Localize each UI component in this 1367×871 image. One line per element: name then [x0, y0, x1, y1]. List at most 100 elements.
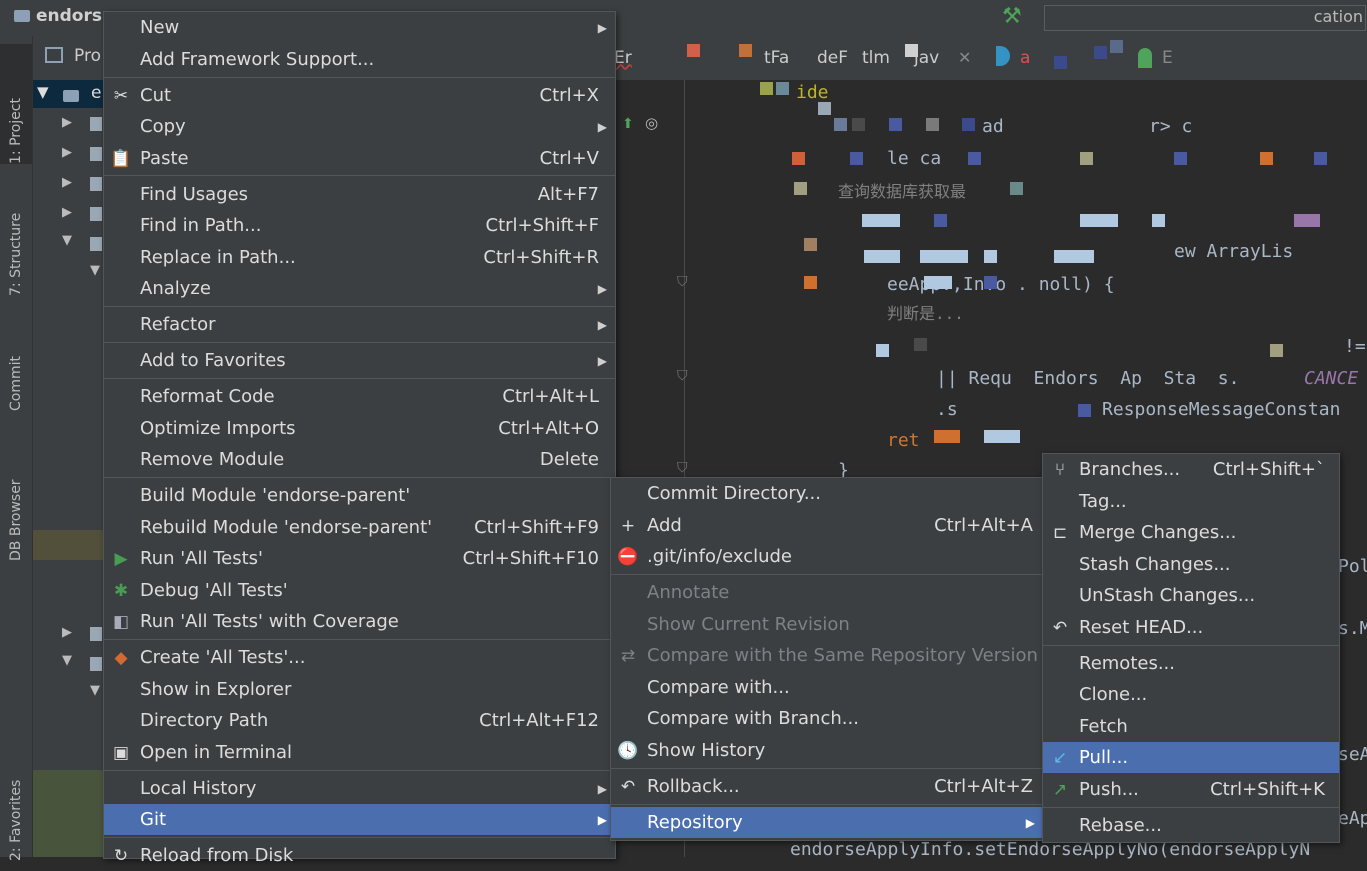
menu-item-fetch[interactable]: Fetch — [1043, 711, 1339, 742]
menu-item-create-all-tests[interactable]: ◆ Create 'All Tests'... — [104, 642, 615, 673]
close-tab-icon[interactable]: ✕ — [958, 48, 971, 67]
menu-separator — [104, 378, 615, 379]
menu-item-analyze[interactable]: Analyze ▶ — [104, 273, 615, 304]
submenu-arrow-icon: ▶ — [597, 281, 607, 296]
tree-selected-row[interactable]: ▼ e — [33, 80, 103, 108]
project-name[interactable]: endors — [14, 6, 102, 26]
collapse-arrow-icon[interactable]: ▼ — [62, 233, 72, 248]
menu-item-git[interactable]: Git ▶ — [104, 804, 615, 835]
repository-submenu: ⑂ Branches... Ctrl+Shift+` Tag... ⊏ Merg… — [1042, 453, 1340, 843]
blur-pixel — [1010, 182, 1023, 195]
blur-pixel — [776, 82, 789, 95]
menu-item-remotes[interactable]: Remotes... — [1043, 648, 1339, 679]
menu-item-build-module[interactable]: Build Module 'endorse-parent' — [104, 480, 615, 511]
menu-item-rollback[interactable]: ↶ Rollback... Ctrl+Alt+Z — [611, 771, 1043, 802]
expand-arrow-icon[interactable]: ▶ — [62, 175, 72, 190]
expand-arrow-icon[interactable]: ▶ — [62, 625, 72, 640]
pull-arrow-icon: ↙ — [1052, 747, 1068, 768]
editor-tab[interactable]: deF — [817, 48, 848, 68]
tool-tab-commit[interactable]: Commit — [0, 321, 32, 411]
menu-item-show-in-explorer[interactable]: Show in Explorer — [104, 674, 615, 705]
collapse-arrow-icon[interactable]: ▼ — [37, 83, 49, 101]
menu-item-add-to-favorites[interactable]: Add to Favorites ▶ — [104, 345, 615, 376]
blur-pixel — [1054, 250, 1094, 263]
menu-item-compare-with[interactable]: Compare with... — [611, 672, 1043, 703]
menu-item-reload-from-disk[interactable]: ↻ Reload from Disk — [104, 840, 615, 871]
blur-pixel — [1080, 214, 1118, 227]
menu-item-merge-changes[interactable]: ⊏ Merge Changes... — [1043, 517, 1339, 548]
editor-tab[interactable]: E — [1162, 48, 1173, 68]
menu-item-refactor[interactable]: Refactor ▶ — [104, 309, 615, 340]
fold-marker-icon[interactable]: ⛉ — [677, 368, 688, 384]
coverage-icon: ◧ — [112, 611, 130, 632]
build-hammer-icon[interactable]: ⚒ — [1002, 4, 1022, 29]
menu-item-reset-head[interactable]: ↶ Reset HEAD... — [1043, 612, 1339, 643]
menu-item-repository[interactable]: Repository ▶ — [611, 807, 1043, 838]
menu-item-compare-with-branch[interactable]: Compare with Branch... — [611, 703, 1043, 734]
menu-item-replace-in-path[interactable]: Replace in Path... Ctrl+Shift+R — [104, 242, 615, 273]
tool-tab-structure[interactable]: 7: Structure — [0, 176, 32, 296]
menu-item-annotate[interactable]: Annotate — [611, 577, 1043, 608]
menu-item-remove-module[interactable]: Remove Module Delete — [104, 444, 615, 475]
fold-marker-icon[interactable]: ⛉ — [677, 460, 688, 476]
menu-item-pull[interactable]: ↙ Pull... — [1043, 742, 1339, 773]
submenu-arrow-icon: ▶ — [597, 812, 607, 827]
menu-item-paste[interactable]: 📋 Paste Ctrl+V — [104, 143, 615, 174]
terminal-icon: ▣ — [112, 742, 130, 763]
override-marker-icon[interactable]: ◎ — [645, 114, 658, 132]
menu-item-commit-directory[interactable]: Commit Directory... — [611, 478, 1043, 509]
menu-item-run-all-tests[interactable]: ▶ Run 'All Tests' Ctrl+Shift+F10 — [104, 543, 615, 574]
clipboard-icon: 📋 — [110, 148, 132, 169]
menu-item-tag[interactable]: Tag... — [1043, 486, 1339, 517]
editor-tab[interactable]: Er — [614, 48, 632, 68]
menu-item-optimize-imports[interactable]: Optimize Imports Ctrl+Alt+O — [104, 413, 615, 444]
editor-tab[interactable]: a — [1020, 48, 1030, 68]
collapse-arrow-icon[interactable]: ▼ — [90, 263, 100, 278]
menu-item-find-usages[interactable]: Find Usages Alt+F7 — [104, 179, 615, 210]
menu-item-show-current-revision[interactable]: Show Current Revision — [611, 609, 1043, 640]
menu-item-cut[interactable]: ✂ Cut Ctrl+X — [104, 80, 615, 111]
menu-item-copy[interactable]: Copy ▶ — [104, 111, 615, 142]
menu-item-push[interactable]: ↗ Push... Ctrl+Shift+K — [1043, 774, 1339, 805]
menu-item-clone[interactable]: Clone... — [1043, 679, 1339, 710]
file-icon — [90, 117, 102, 131]
run-configuration-selector[interactable]: cation — [1044, 5, 1366, 31]
tool-tab-project[interactable]: 1: Project — [0, 44, 32, 164]
menu-item-compare-same-repo-version[interactable]: ⇄ Compare with the Same Repository Versi… — [611, 640, 1043, 671]
menu-item-add-framework-support[interactable]: Add Framework Support... — [104, 44, 615, 75]
implement-marker-icon[interactable]: ⬆ — [622, 116, 634, 132]
tool-tab-db-browser[interactable]: DB Browser — [0, 441, 32, 561]
expand-arrow-icon[interactable]: ▶ — [62, 145, 72, 160]
editor-tab[interactable]: tFa — [764, 48, 789, 68]
menu-item-reformat-code[interactable]: Reformat Code Ctrl+Alt+L — [104, 381, 615, 412]
menu-item-show-history[interactable]: 🕓 Show History — [611, 735, 1043, 766]
left-tool-strip: 1: Project 7: Structure Commit DB Browse… — [0, 36, 33, 861]
blur-pixel — [852, 118, 865, 131]
menu-item-local-history[interactable]: Local History ▶ — [104, 773, 615, 804]
expand-arrow-icon[interactable]: ▶ — [62, 115, 72, 130]
blur-pixel — [1152, 214, 1165, 227]
menu-item-unstash-changes[interactable]: UnStash Changes... — [1043, 580, 1339, 611]
menu-item-rebuild-module[interactable]: Rebuild Module 'endorse-parent' Ctrl+Shi… — [104, 512, 615, 543]
menu-item-run-with-coverage[interactable]: ◧ Run 'All Tests' with Coverage — [104, 606, 615, 637]
collapse-arrow-icon[interactable]: ▼ — [90, 683, 100, 698]
collapse-arrow-icon[interactable]: ▼ — [62, 653, 72, 668]
menu-item-find-in-path[interactable]: Find in Path... Ctrl+Shift+F — [104, 210, 615, 241]
menu-item-stash-changes[interactable]: Stash Changes... — [1043, 549, 1339, 580]
project-panel-header[interactable]: Pro — [33, 42, 103, 72]
editor-tab[interactable]: tlm — [862, 48, 890, 68]
menu-item-open-in-terminal[interactable]: ▣ Open in Terminal — [104, 737, 615, 768]
menu-item-new[interactable]: New ▶ — [104, 12, 615, 43]
code-line: ew ArrayLis — [1174, 241, 1294, 262]
project-view-icon — [45, 47, 63, 63]
menu-item-add[interactable]: + Add Ctrl+Alt+A — [611, 510, 1043, 541]
fold-marker-icon[interactable]: ⛉ — [677, 274, 688, 290]
menu-item-branches[interactable]: ⑂ Branches... Ctrl+Shift+` — [1043, 454, 1339, 485]
menu-item-debug-all-tests[interactable]: ✱ Debug 'All Tests' — [104, 575, 615, 606]
tool-tab-favorites[interactable]: 2: Favorites — [0, 771, 32, 861]
menu-item-git-info-exclude[interactable]: ⛔ .git/info/exclude — [611, 541, 1043, 572]
expand-arrow-icon[interactable]: ▶ — [62, 205, 72, 220]
menu-item-rebase[interactable]: Rebase... — [1043, 810, 1339, 841]
menu-item-directory-path[interactable]: Directory Path Ctrl+Alt+F12 — [104, 705, 615, 736]
editor-tab-bar: Er tFa deF tlm jav ✕ a E — [614, 36, 1367, 81]
